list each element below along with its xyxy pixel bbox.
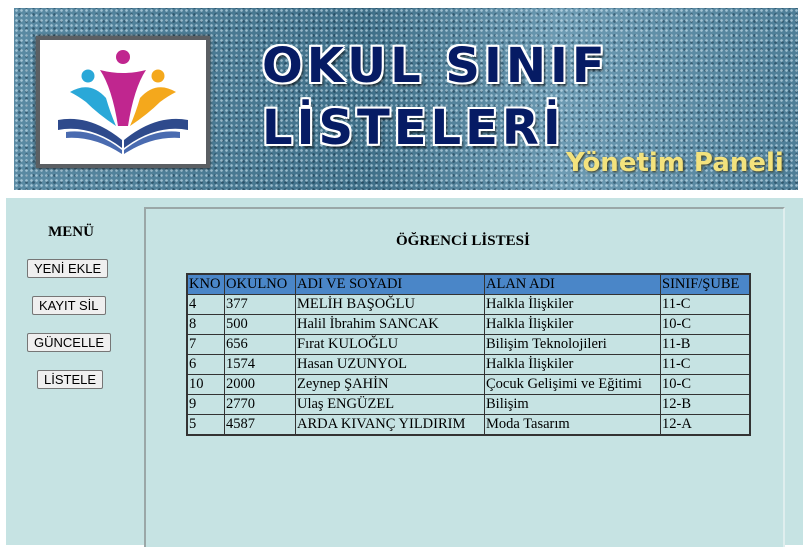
cell-okulno: 656	[224, 334, 296, 355]
column-header-field: ALAN ADI	[484, 273, 661, 295]
content-panel: ÖĞRENCİ LİSTESİ KNO OKULNO ADI VE SOYADI…	[144, 207, 785, 547]
update-button[interactable]: GÜNCELLE	[27, 333, 112, 352]
delete-record-button[interactable]: KAYIT SİL	[32, 296, 106, 315]
cell-name: ARDA KIVANÇ YILDIRIM	[295, 414, 485, 436]
cell-okulno: 377	[224, 294, 296, 315]
school-logo	[36, 36, 210, 168]
table-row: 9 2770 Ulaş ENGÜZEL Bilişim 12-B	[186, 394, 751, 415]
cell-class: 10-C	[660, 314, 751, 335]
cell-okulno: 2000	[224, 374, 296, 395]
cell-class: 10-C	[660, 374, 751, 395]
student-table: KNO OKULNO ADI VE SOYADI ALAN ADI SINIF/…	[186, 273, 751, 436]
cell-name: Fırat KULOĞLU	[295, 334, 485, 355]
column-header-okulno: OKULNO	[224, 273, 296, 295]
cell-kno: 7	[186, 334, 225, 355]
table-row: 8 500 Halil İbrahim SANCAK Halkla İlişki…	[186, 314, 751, 335]
header-banner: OKUL SINIF LİSTELERİ Yönetim Paneli	[14, 8, 798, 190]
cell-field: Moda Tasarım	[484, 414, 661, 436]
banner-subtitle: Yönetim Paneli	[566, 148, 784, 178]
column-header-class: SINIF/ŞUBE	[660, 273, 751, 295]
cell-name: Ulaş ENGÜZEL	[295, 394, 485, 415]
cell-kno: 8	[186, 314, 225, 335]
cell-field: Çocuk Gelişimi ve Eğitimi	[484, 374, 661, 395]
banner-title-line-1: OKUL SINIF	[262, 38, 609, 94]
table-row: 6 1574 Hasan UZUNYOL Halkla İlişkiler 11…	[186, 354, 751, 375]
table-header-row: KNO OKULNO ADI VE SOYADI ALAN ADI SINIF/…	[186, 273, 751, 295]
list-button[interactable]: LİSTELE	[37, 370, 104, 389]
cell-field: Bilişim	[484, 394, 661, 415]
banner-title-line-2: LİSTELERİ	[262, 100, 565, 156]
cell-field: Halkla İlişkiler	[484, 294, 661, 315]
cell-okulno: 2770	[224, 394, 296, 415]
sidebar-menu: MENÜ YENİ EKLE KAYIT SİL GÜNCELLE LİSTEL…	[6, 198, 142, 545]
cell-field: Halkla İlişkiler	[484, 354, 661, 375]
student-list-title: ÖĞRENCİ LİSTESİ	[396, 233, 530, 249]
table-row: 10 2000 Zeynep ŞAHİN Çocuk Gelişimi ve E…	[186, 374, 751, 395]
cell-class: 12-A	[660, 414, 751, 436]
cell-class: 11-C	[660, 294, 751, 315]
cell-okulno: 1574	[224, 354, 296, 375]
column-header-kno: KNO	[186, 273, 225, 295]
column-header-name: ADI VE SOYADI	[295, 273, 485, 295]
new-record-button[interactable]: YENİ EKLE	[27, 259, 109, 278]
table-row: 5 4587 ARDA KIVANÇ YILDIRIM Moda Tasarım…	[186, 414, 751, 436]
cell-name: Hasan UZUNYOL	[295, 354, 485, 375]
cell-class: 11-C	[660, 354, 751, 375]
cell-kno: 4	[186, 294, 225, 315]
cell-field: Halkla İlişkiler	[484, 314, 661, 335]
cell-kno: 9	[186, 394, 225, 415]
cell-name: Halil İbrahim SANCAK	[295, 314, 485, 335]
cell-class: 12-B	[660, 394, 751, 415]
cell-kno: 10	[186, 374, 225, 395]
cell-okulno: 4587	[224, 414, 296, 436]
table-row: 7 656 Fırat KULOĞLU Bilişim Teknolojiler…	[186, 334, 751, 355]
school-logo-icon	[58, 50, 188, 154]
cell-class: 11-B	[660, 334, 751, 355]
cell-okulno: 500	[224, 314, 296, 335]
cell-field: Bilişim Teknolojileri	[484, 334, 661, 355]
cell-kno: 5	[186, 414, 225, 436]
table-row: 4 377 MELİH BAŞOĞLU Halkla İlişkiler 11-…	[186, 294, 751, 315]
cell-name: Zeynep ŞAHİN	[295, 374, 485, 395]
cell-name: MELİH BAŞOĞLU	[295, 294, 485, 315]
cell-kno: 6	[186, 354, 225, 375]
menu-title: MENÜ	[48, 224, 94, 240]
